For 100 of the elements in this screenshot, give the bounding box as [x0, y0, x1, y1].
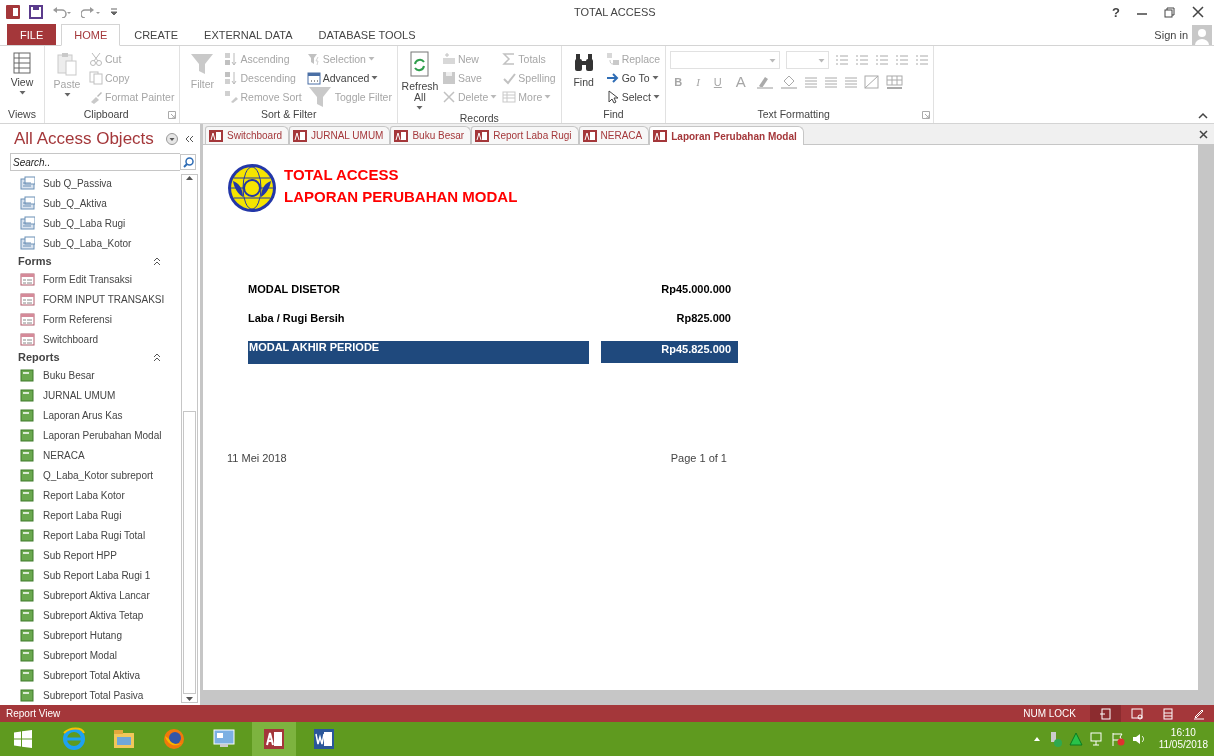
search-field[interactable]: Search..	[10, 153, 180, 171]
scrollbar[interactable]	[181, 174, 198, 703]
document-tab[interactable]: Switchboard	[205, 126, 290, 144]
group-label: Views	[7, 108, 37, 122]
document-tab[interactable]: Buku Besar	[390, 126, 472, 144]
ribbon-tab[interactable]: EXTERNAL DATA	[192, 24, 305, 45]
object-item[interactable]: Subreport Modal	[43, 649, 117, 661]
object-item[interactable]: Subreport Total Pasiva	[43, 689, 144, 701]
arrow-icon	[605, 70, 620, 85]
avatar-icon[interactable]	[1192, 24, 1212, 45]
report-tab-icon	[293, 129, 308, 142]
collapse-ribbon-icon[interactable]	[1198, 112, 1208, 119]
show-hidden-icon[interactable]	[1032, 736, 1041, 742]
ribbon-button[interactable]: Go To	[604, 68, 662, 87]
report-icon	[20, 468, 35, 482]
object-item[interactable]: Subreport Aktiva Lancar	[43, 589, 150, 601]
triangle-icon[interactable]	[1068, 732, 1083, 746]
ribbon-button[interactable]: Refresh All	[401, 49, 438, 112]
document-tab[interactable]: JURNAL UMUM	[289, 126, 391, 144]
object-item[interactable]: JURNAL UMUM	[43, 389, 116, 401]
highlighter-icon[interactable]	[755, 74, 774, 89]
object-item[interactable]: Sub Q_Passiva	[43, 177, 112, 189]
gridlines-icon[interactable]	[885, 74, 904, 89]
ribbon-button[interactable]: View	[4, 49, 40, 108]
font-field[interactable]	[670, 51, 781, 69]
network-icon[interactable]	[1089, 732, 1104, 746]
object-item[interactable]: Sub_Q_Aktiva	[43, 197, 107, 209]
list-icon[interactable]	[855, 54, 870, 66]
restore-icon[interactable]	[1164, 6, 1176, 18]
browser-icon	[62, 727, 86, 751]
align-center-icon[interactable]	[823, 75, 838, 88]
object-item[interactable]: Report Laba Rugi Total	[43, 529, 146, 541]
object-item[interactable]: Subreport Total Aktiva	[43, 669, 141, 681]
save-icon	[441, 70, 456, 85]
object-item[interactable]: NERACA	[43, 449, 85, 461]
close-icon[interactable]	[1192, 6, 1204, 18]
list-icon[interactable]	[875, 54, 890, 66]
object-item[interactable]: Sub Report HPP	[43, 549, 117, 561]
undo-icon[interactable]	[52, 6, 72, 18]
size-field[interactable]	[786, 51, 830, 69]
section-heading[interactable]: Reports	[18, 351, 60, 363]
report-icon	[20, 648, 35, 662]
object-item[interactable]: Sub Report Laba Rugi 1	[43, 569, 151, 581]
object-item[interactable]: Form Referensi	[43, 313, 112, 325]
paragraph-icon[interactable]	[915, 54, 930, 66]
ribbon-button[interactable]: Select	[604, 87, 662, 106]
customize-icon[interactable]	[110, 7, 118, 17]
object-item[interactable]: Subreport Hutang	[43, 629, 122, 641]
document-tab[interactable]: NERACA	[578, 126, 650, 144]
window-title: TOTAL ACCESS	[574, 6, 657, 18]
object-item[interactable]: Buku Besar	[43, 369, 95, 381]
scroll-down-icon[interactable]	[185, 696, 194, 702]
globe-icon	[162, 727, 186, 751]
object-item[interactable]: Laporan Perubahan Modal	[43, 429, 162, 441]
scroll-up-icon[interactable]	[185, 175, 194, 181]
sign-in-link[interactable]: Sign in	[1154, 28, 1188, 41]
caret-icon	[544, 94, 552, 99]
shading-icon[interactable]	[863, 74, 880, 89]
object-item[interactable]: Switchboard	[43, 333, 99, 345]
document-tab[interactable]: Laporan Perubahan Modal	[649, 126, 804, 145]
search-icon[interactable]	[182, 156, 194, 168]
object-item[interactable]: Sub_Q_Laba_Kotor	[43, 237, 132, 249]
align-right-icon[interactable]	[843, 75, 858, 88]
emblem-logo	[227, 163, 277, 213]
ribbon-tab[interactable]: HOME	[61, 24, 121, 46]
funnel-icon	[189, 51, 216, 77]
section-heading[interactable]: Forms	[18, 255, 52, 267]
document-tab[interactable]: Report Laba Rugi	[471, 126, 579, 144]
file-tab[interactable]: FILE	[7, 24, 57, 45]
redo-icon[interactable]	[81, 6, 101, 18]
speaker-icon[interactable]	[1131, 732, 1146, 746]
collapse-pane-icon[interactable]	[184, 134, 194, 144]
ribbon-button[interactable]: Find	[565, 49, 602, 108]
flag-icon[interactable]	[1110, 732, 1125, 746]
scroll-thumb[interactable]	[183, 411, 196, 694]
ribbon-button[interactable]: Advanced	[305, 68, 393, 87]
collapse-icon[interactable]	[153, 352, 161, 362]
dropdown-icon[interactable]	[166, 133, 178, 145]
object-item[interactable]: Sub_Q_Laba Rugi	[43, 217, 126, 229]
collapse-icon[interactable]	[153, 256, 161, 266]
object-item[interactable]: Laporan Arus Kas	[43, 409, 123, 421]
list-icon[interactable]	[895, 54, 910, 66]
save-icon[interactable]	[29, 5, 43, 19]
taskbar-button[interactable]	[252, 722, 296, 756]
list-icon[interactable]	[835, 54, 850, 66]
ribbon-tab[interactable]: CREATE	[122, 24, 191, 45]
align-left-icon[interactable]	[803, 75, 818, 88]
object-item[interactable]: Q_Laba_Kotor subreport	[43, 469, 154, 481]
cursor-icon	[605, 89, 620, 104]
object-item[interactable]: Report Laba Kotor	[43, 489, 125, 501]
view-button[interactable]	[1090, 705, 1121, 722]
object-item[interactable]: FORM INPUT TRANSAKSI	[43, 293, 165, 305]
object-item[interactable]: Subreport Aktiva Tetap	[43, 609, 144, 621]
object-item[interactable]: Form Edit Transaksi	[43, 273, 132, 285]
ribbon-tab[interactable]: DATABASE TOOLS	[306, 24, 428, 45]
help-button[interactable]: ?	[1112, 4, 1120, 20]
sort-icon	[224, 51, 239, 66]
object-item[interactable]: Report Laba Rugi	[43, 509, 122, 521]
fill-bucket-icon[interactable]	[779, 74, 798, 89]
launcher-icon[interactable]	[168, 111, 177, 119]
